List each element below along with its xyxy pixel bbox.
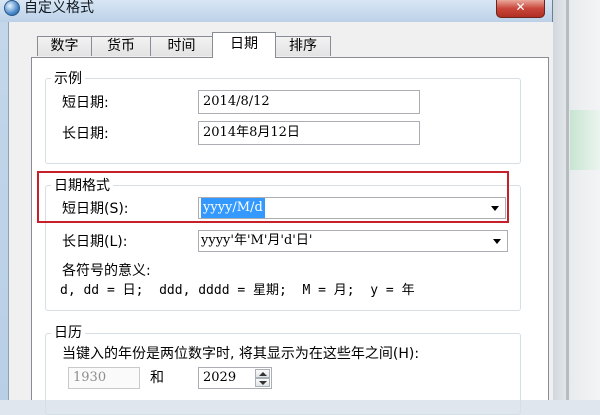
background-desktop: [552, 0, 600, 400]
close-button[interactable]: ✕: [496, 0, 545, 18]
from-year-field: 1930: [68, 367, 140, 389]
to-year-value[interactable]: 2029: [203, 370, 236, 385]
two-digit-year-text: 当键入的年份是两位数字时, 将其显示为在这些年之间(H):: [62, 346, 420, 362]
long-date-format-label: 长日期(L):: [62, 234, 128, 250]
example-short-date-field: 2014/8/12: [198, 90, 420, 114]
tab-date[interactable]: 日期: [212, 32, 276, 58]
window-title: 自定义格式: [24, 0, 94, 16]
title-bar[interactable]: 自定义格式 ✕: [0, 0, 552, 22]
long-date-format-combo[interactable]: yyyy'年'M'月'd'日': [198, 230, 508, 252]
calendar-group-title: 日历: [51, 325, 85, 341]
long-date-format-value[interactable]: yyyy'年'M'月'd'日': [201, 231, 312, 251]
background-glow: [570, 110, 600, 170]
spin-up-icon[interactable]: [255, 369, 270, 378]
tab-time[interactable]: 时间: [150, 36, 213, 56]
tab-sort[interactable]: 排序: [275, 36, 331, 56]
to-year-spinner[interactable]: 2029: [198, 367, 272, 389]
annotation-highlight-box: [37, 171, 509, 223]
spin-down-icon[interactable]: [255, 378, 270, 387]
dropdown-arrow-icon[interactable]: [493, 239, 501, 244]
symbol-legend-text: d, dd = 日; ddd, dddd = 星期; M = 月; y = 年: [60, 283, 415, 298]
background-stripe: [566, 0, 569, 400]
year-spin-buttons[interactable]: [255, 369, 270, 387]
tab-number[interactable]: 数字: [37, 36, 92, 56]
tab-currency[interactable]: 货币: [91, 36, 151, 56]
example-short-date-label: 短日期:: [62, 95, 109, 111]
and-label: 和: [150, 370, 164, 386]
custom-format-dialog: 自定义格式 ✕ 数字 货币 时间 日期 排序 示例 短日期: 2014/8/12…: [0, 0, 553, 415]
example-group-title: 示例: [51, 71, 85, 87]
example-long-date-field: 2014年8月12日: [198, 121, 420, 145]
example-long-date-label: 长日期:: [62, 126, 109, 142]
symbol-legend-title: 各符号的意义:: [62, 263, 151, 279]
globe-icon: [4, 0, 20, 16]
